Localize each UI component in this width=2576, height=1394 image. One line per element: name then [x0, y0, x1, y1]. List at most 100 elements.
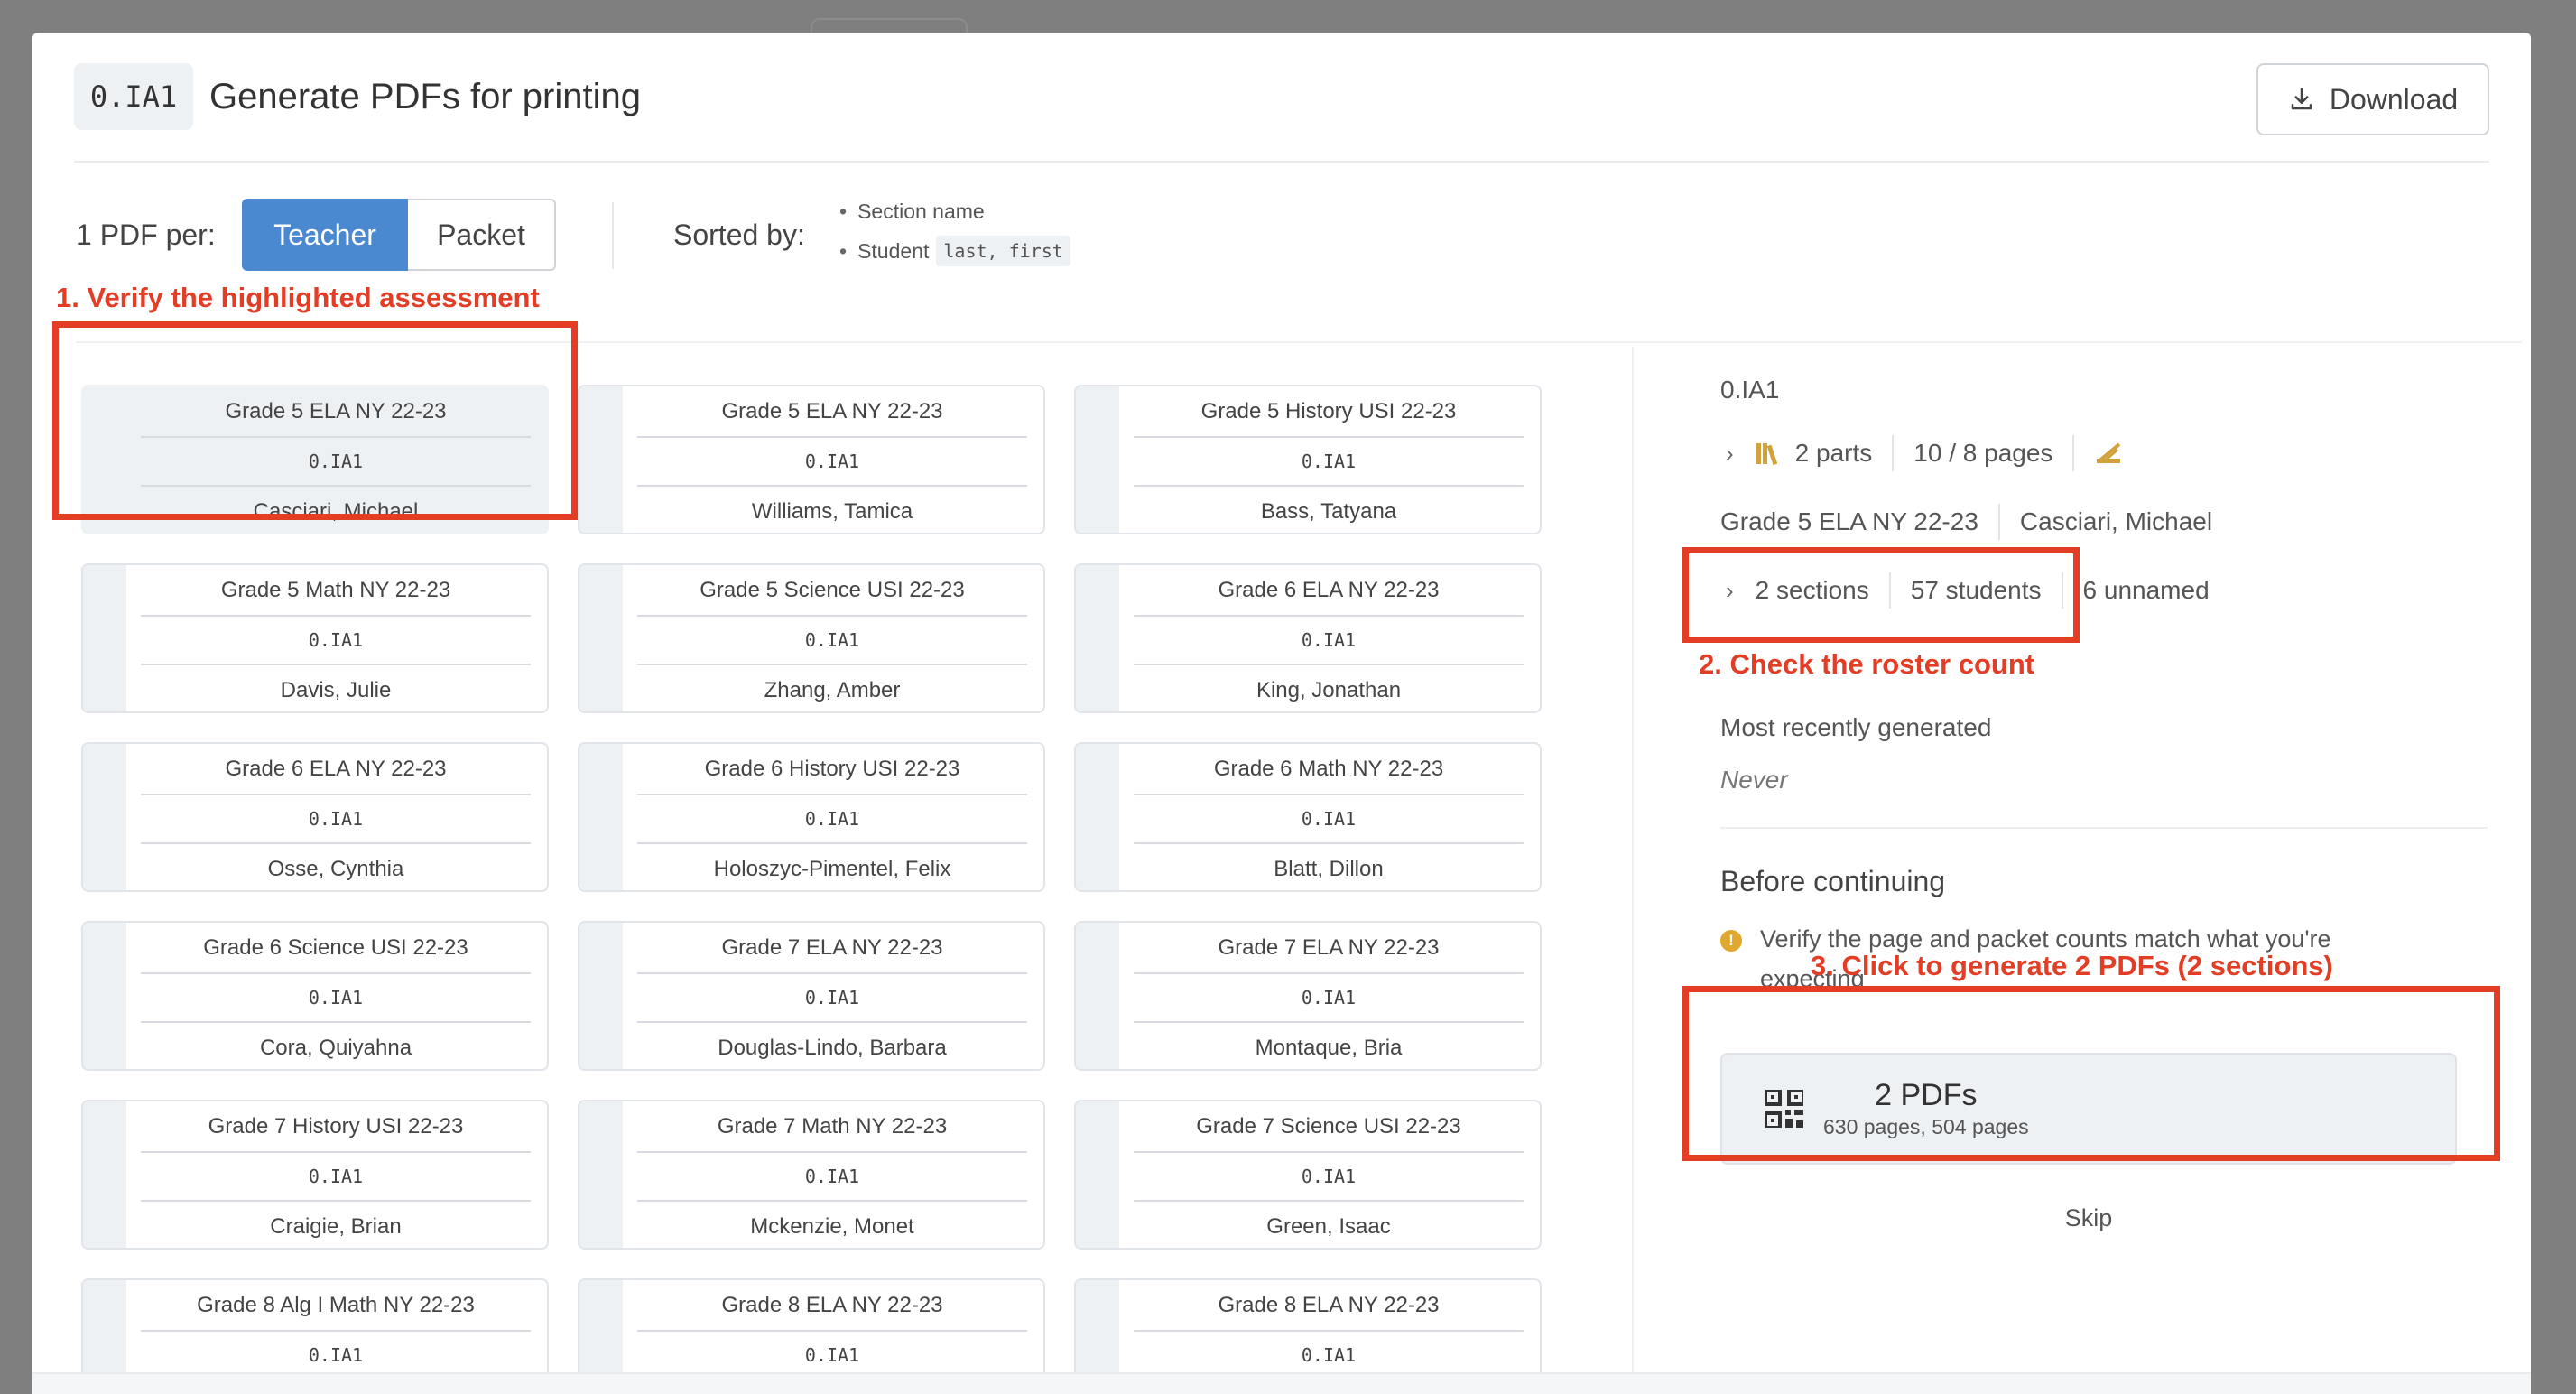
- recently-generated-label: Most recently generated: [1720, 713, 1992, 741]
- recently-generated-value: Never: [1720, 766, 1788, 794]
- card-teacher-name: Montaque, Bria: [1255, 1035, 1403, 1060]
- card-body: Grade 8 ELA NY 22-23 0.IA1: [1134, 1280, 1524, 1372]
- packet-segment-button[interactable]: Packet: [408, 199, 556, 271]
- card-body: Grade 5 History USI 22-23 0.IA1 Bass, Taty…: [1134, 386, 1524, 533]
- card-teacher-name: Holoszyc-Pimentel, Felix: [713, 856, 951, 881]
- assessment-code-chip: 0.IA1: [74, 63, 193, 130]
- card-assessment-title: Grade 8 ELA NY 22-23: [1218, 1292, 1440, 1317]
- card-body: Grade 7 History USI 22-23 0.IA1 Craigie, B…: [141, 1101, 531, 1248]
- card-assessment-title: Grade 5 ELA NY 22-23: [721, 398, 943, 423]
- assessment-card[interactable]: Grade 5 Science USI 22-23 0.IA1 Zhang, Amb…: [578, 563, 1045, 713]
- card-assessment-code: 0.IA1: [637, 1330, 1027, 1372]
- panel-divider: [1632, 347, 1634, 1372]
- card-assessment-title: Grade 5 History USI 22-23: [1200, 398, 1457, 423]
- assessment-card[interactable]: Grade 6 ELA NY 22-23 0.IA1 King, Jonathan: [1074, 563, 1542, 713]
- annotation-step-1: 1. Verify the highlighted assessment: [56, 282, 540, 313]
- card-stripe: [83, 1280, 126, 1372]
- sorted-by-label: Sorted by:: [673, 218, 805, 251]
- assessment-card[interactable]: Grade 6 ELA NY 22-23 0.IA1 Osse, Cynthia: [81, 742, 549, 892]
- card-stripe: [83, 1101, 126, 1248]
- selected-teacher: Casciari, Michael: [2019, 507, 2213, 535]
- annotation-step-2: 2. Check the roster count: [1699, 648, 2035, 680]
- card-assessment-code: 0.IA1: [141, 615, 531, 665]
- assessment-card[interactable]: Grade 8 ELA NY 22-23 0.IA1: [1074, 1278, 1542, 1372]
- card-stripe: [1076, 1280, 1119, 1372]
- card-assessment-title: Grade 6 Science USI 22-23: [203, 934, 468, 960]
- card-assessment-code: 0.IA1: [637, 436, 1027, 487]
- card-body: Grade 6 ELA NY 22-23 0.IA1 Osse, Cynthia: [141, 744, 531, 890]
- card-body: Grade 7 ELA NY 22-23 0.IA1 Douglas-Lindo, …: [637, 923, 1027, 1069]
- card-assessment-code: 0.IA1: [1134, 794, 1524, 844]
- skip-link[interactable]: Skip: [1720, 1204, 2457, 1232]
- card-assessment-code: 0.IA1: [637, 615, 1027, 665]
- card-body: Grade 5 Math NY 22-23 0.IA1 Davis, Julie: [141, 565, 531, 711]
- sort-item-section: Section name: [839, 191, 1070, 231]
- assessment-card[interactable]: Grade 5 Math NY 22-23 0.IA1 Davis, Julie: [81, 563, 549, 713]
- generate-pdfs-modal: 0.IA1 Generate PDFs for printing Downloa…: [32, 33, 2531, 1394]
- teacher-segment-button[interactable]: Teacher: [242, 199, 408, 271]
- sort-item-student: Studentlast, first: [839, 231, 1070, 271]
- card-body: Grade 7 Science USI 22-23 0.IA1 Green, Isa…: [1134, 1101, 1524, 1248]
- card-stripe: [1076, 923, 1119, 1069]
- card-assessment-code: 0.IA1: [1134, 436, 1524, 487]
- assessment-card[interactable]: Grade 8 ELA NY 22-23 0.IA1: [578, 1278, 1045, 1372]
- card-body: Grade 7 ELA NY 22-23 0.IA1 Montaque, Bria: [1134, 923, 1524, 1069]
- assessment-card[interactable]: Grade 5 ELA NY 22-23 0.IA1 Williams, Tamic…: [578, 385, 1045, 534]
- card-stripe: [579, 386, 623, 533]
- books-icon: [1756, 443, 1777, 466]
- card-teacher-name: Zhang, Amber: [764, 677, 901, 702]
- card-teacher-name: Craigie, Brian: [270, 1213, 402, 1239]
- card-stripe: [1076, 744, 1119, 890]
- assessment-card[interactable]: Grade 5 History USI 22-23 0.IA1 Bass, Taty…: [1074, 385, 1542, 534]
- pdf-per-label: 1 PDF per:: [76, 218, 216, 251]
- card-assessment-code: 0.IA1: [141, 1330, 531, 1372]
- selected-code: 0.IA1: [1720, 376, 1780, 404]
- card-stripe: [579, 1280, 623, 1372]
- assessment-card[interactable]: Grade 7 ELA NY 22-23 0.IA1 Montaque, Bria: [1074, 921, 1542, 1071]
- card-teacher-name: Bass, Tatyana: [1260, 498, 1397, 524]
- annotation-step-3: 3. Click to generate 2 PDFs (2 sections): [1811, 950, 2333, 981]
- assessment-card[interactable]: Grade 7 ELA NY 22-23 0.IA1 Douglas-Lindo, …: [578, 921, 1045, 1071]
- card-assessment-title: Grade 5 Science USI 22-23: [700, 577, 965, 602]
- assessment-card[interactable]: Grade 8 Alg I Math NY 22-23 0.IA1: [81, 1278, 549, 1372]
- assessment-card[interactable]: Grade 6 Science USI 22-23 0.IA1 Cora, Quiy…: [81, 921, 549, 1071]
- card-assessment-title: Grade 8 ELA NY 22-23: [721, 1292, 943, 1317]
- modal-header: 0.IA1 Generate PDFs for printing Downloa…: [74, 63, 2489, 163]
- assessment-card[interactable]: Grade 6 History USI 22-23 0.IA1 Holoszyc-P…: [578, 742, 1045, 892]
- card-assessment-code: 0.IA1: [637, 794, 1027, 844]
- card-assessment-title: Grade 6 ELA NY 22-23: [1218, 577, 1440, 602]
- separator: [2072, 435, 2075, 471]
- download-button[interactable]: Download: [2256, 63, 2489, 135]
- annotation-box-1: [52, 321, 578, 520]
- card-teacher-name: Douglas-Lindo, Barbara: [718, 1035, 947, 1060]
- card-assessment-code: 0.IA1: [1134, 972, 1524, 1023]
- card-assessment-title: Grade 5 Math NY 22-23: [220, 577, 451, 602]
- separator: [1997, 504, 2000, 540]
- card-teacher-name: King, Jonathan: [1256, 677, 1402, 702]
- card-assessment-title: Grade 7 ELA NY 22-23: [721, 934, 943, 960]
- card-stripe: [1076, 1101, 1119, 1248]
- card-body: Grade 8 Alg I Math NY 22-23 0.IA1: [141, 1280, 531, 1372]
- card-stripe: [579, 923, 623, 1069]
- annotation-box-2: [1682, 547, 2080, 643]
- assessment-card[interactable]: Grade 7 Science USI 22-23 0.IA1 Green, Isa…: [1074, 1100, 1542, 1250]
- assessment-card[interactable]: Grade 7 Math NY 22-23 0.IA1 Mckenzie, Mone…: [578, 1100, 1045, 1250]
- panel-separator: [1720, 827, 2488, 829]
- parts-count: 2 parts: [1794, 439, 1873, 467]
- card-body: Grade 6 ELA NY 22-23 0.IA1 King, Jonathan: [1134, 565, 1524, 711]
- card-body: Grade 6 Science USI 22-23 0.IA1 Cora, Quiy…: [141, 923, 531, 1069]
- assessment-card[interactable]: Grade 7 History USI 22-23 0.IA1 Craigie, B…: [81, 1100, 549, 1250]
- card-teacher-name: Cora, Quiyahna: [259, 1035, 412, 1060]
- card-teacher-name: Davis, Julie: [280, 677, 392, 702]
- before-continuing-title: Before continuing: [1720, 865, 1946, 897]
- card-stripe: [1076, 565, 1119, 711]
- card-body: Grade 6 History USI 22-23 0.IA1 Holoszyc-P…: [637, 744, 1027, 890]
- card-assessment-title: Grade 6 ELA NY 22-23: [225, 756, 447, 781]
- card-body: Grade 6 Math NY 22-23 0.IA1 Blatt, Dillon: [1134, 744, 1524, 890]
- page-count: 10 / 8 pages: [1913, 439, 2053, 467]
- assessment-card[interactable]: Grade 6 Math NY 22-23 0.IA1 Blatt, Dillon: [1074, 742, 1542, 892]
- parts-row[interactable]: › 2 parts 10 / 8 pages: [1720, 435, 2123, 471]
- card-assessment-title: Grade 8 Alg I Math NY 22-23: [197, 1292, 475, 1317]
- card-stripe: [83, 744, 126, 890]
- warning-icon: !: [1720, 930, 1742, 952]
